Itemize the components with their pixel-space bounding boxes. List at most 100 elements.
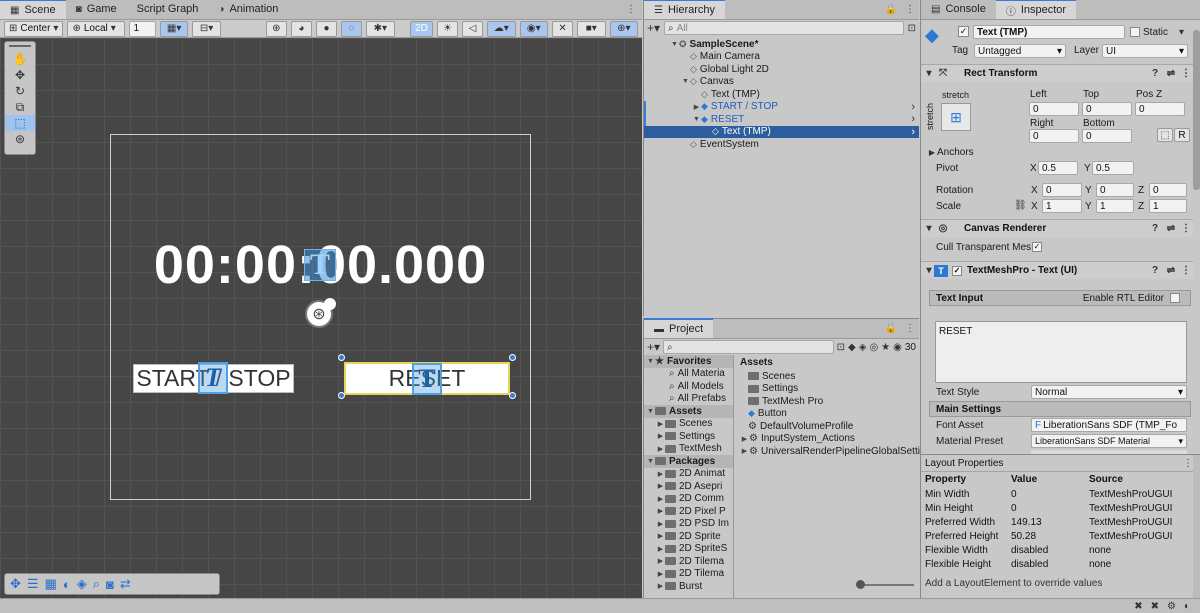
project-search-input[interactable]: ⌕ — [663, 340, 834, 354]
scene-viewport[interactable]: ✋ ✥ ↻ ⧉ ⬚ ⊛ 00:00:00.000 T ⊛ START / STO… — [0, 38, 642, 598]
foldout-arrow-icon[interactable]: ▶ — [740, 447, 749, 455]
shuffle-icon[interactable]: ⇄ — [120, 576, 131, 592]
scale-x-field[interactable]: 1 — [1042, 199, 1082, 213]
sliders-icon[interactable]: ☰ — [27, 576, 39, 592]
scale-z-field[interactable]: 1 — [1149, 199, 1187, 213]
paint-icon[interactable]: ◐ — [63, 577, 71, 592]
project-asset-item[interactable]: ▶ ⚙ InputSystem_Actions — [736, 433, 920, 446]
tab-project[interactable]: ▬ Project — [644, 318, 714, 338]
project-folder-item[interactable]: ▶ 2D Animat — [644, 468, 733, 481]
scale-y-field[interactable]: 1 — [1096, 199, 1134, 213]
foldout-arrow-icon[interactable]: ▼ — [646, 358, 655, 365]
project-folder-item[interactable]: ▶ Burst — [644, 580, 733, 593]
favorite-star-icon[interactable]: ★ — [881, 342, 890, 353]
hierarchy-item[interactable]: ▼ ◆ RESET › — [644, 113, 919, 126]
project-asset-item[interactable]: ⚙ DefaultVolumeProfile — [736, 420, 920, 433]
debug-button[interactable]: ✱▾ — [366, 20, 395, 37]
preset-icon[interactable]: ⇌ — [1163, 223, 1179, 234]
foldout-arrow-icon[interactable]: ▶ — [656, 445, 665, 453]
rect-tool-icon[interactable]: ⬚ — [5, 115, 35, 131]
project-folder-item[interactable]: ▶ 2D SpriteS — [644, 543, 733, 556]
transform-tool-icon[interactable]: ⊛ — [15, 131, 25, 147]
tab-console[interactable]: ▤ Console — [921, 0, 996, 19]
project-asset-item[interactable]: ▶ ⚙ UniversalRenderPipelineGlobalSetti — [736, 445, 920, 458]
project-folder-item[interactable]: ▶ 2D Tilema — [644, 555, 733, 568]
foldout-arrow-icon[interactable]: ▼ — [692, 116, 701, 123]
camera-button[interactable]: ■▾ — [577, 20, 606, 37]
pivot-y-field[interactable]: 0.5 — [1092, 161, 1134, 175]
assets-header[interactable]: ▼ Assets — [644, 405, 733, 418]
chevron-down-icon[interactable]: ▾ — [1179, 27, 1184, 38]
raw-edit-button[interactable]: R — [1174, 128, 1190, 142]
project-asset-item[interactable]: Settings — [736, 383, 920, 396]
text-input-area[interactable]: RESET — [935, 321, 1187, 383]
progress-icon[interactable]: ✖ — [1151, 601, 1159, 612]
move-icon[interactable]: ✥ — [10, 576, 21, 592]
posz-field[interactable]: 0 — [1135, 102, 1185, 116]
foldout-arrow-icon[interactable]: ▶ — [692, 103, 701, 111]
text-style-dropdown[interactable]: Normal ▾ — [1031, 385, 1187, 399]
static-checkbox[interactable] — [1130, 27, 1140, 37]
project-folder-item[interactable]: ⌕ All Models — [644, 380, 733, 393]
rotation-y-field[interactable]: 0 — [1096, 183, 1134, 197]
hand-tool-icon[interactable]: ✋ — [13, 51, 28, 67]
tab-inspector[interactable]: ⓘ Inspector — [995, 0, 1077, 19]
canvas-renderer-header[interactable]: ▾ ◎ Canvas Renderer ? ⇌ ⋮ — [921, 219, 1193, 237]
tools-button[interactable]: ✕ — [551, 20, 574, 37]
project-asset-item[interactable]: Scenes — [736, 370, 920, 383]
help-icon[interactable]: ? — [1147, 265, 1163, 276]
project-folder-item[interactable]: ▶ 2D Comm — [644, 493, 733, 506]
cache-icon[interactable]: ✖ — [1134, 601, 1142, 612]
foldout-arrow-icon[interactable]: ▼ — [646, 408, 655, 415]
rotate-tool-icon[interactable]: ↻ — [15, 83, 25, 99]
project-folder-item[interactable]: ▶ 2D Pixel P — [644, 505, 733, 518]
component-menu-icon[interactable]: ⋮ — [1179, 68, 1193, 79]
settings-icon[interactable]: ⚙ — [1167, 601, 1176, 612]
rotation-x-field[interactable]: 0 — [1042, 183, 1082, 197]
project-folder-item[interactable]: ▶ 2D Tilema — [644, 568, 733, 581]
foldout-arrow-icon[interactable]: ▼ — [670, 41, 679, 48]
effects-button[interactable]: ☁▾ — [487, 20, 516, 37]
shading-button[interactable]: ◕ — [290, 20, 312, 37]
menu-dots-icon[interactable]: ⋮ — [901, 323, 919, 338]
move-tool-icon[interactable]: ✥ — [15, 67, 25, 83]
foldout-arrow-icon[interactable]: ▶ — [656, 557, 665, 565]
hierarchy-item[interactable]: ▶ ◆ START / STOP › — [644, 100, 919, 113]
project-asset-item[interactable]: ◆ Button — [736, 408, 920, 421]
left-field[interactable]: 0 — [1029, 102, 1079, 116]
pivot-dropdown[interactable]: ⊞ Center ▾ — [4, 20, 64, 37]
lock-icon[interactable]: 🔒 — [881, 323, 901, 338]
packages-header[interactable]: ▼ Packages — [644, 455, 733, 468]
hierarchy-item[interactable]: ◇ Text (TMP) › — [644, 125, 919, 138]
foldout-arrow-icon[interactable]: ▶ — [656, 532, 665, 540]
foldout-arrow-icon[interactable]: ▶ — [656, 432, 665, 440]
project-folder-item[interactable]: ⌕ All Materia — [644, 368, 733, 381]
foldout-arrow-icon[interactable]: ▶ — [656, 470, 665, 478]
foldout-arrow-icon[interactable]: ▶ — [656, 545, 665, 553]
draw-mode-button[interactable]: ⊕ — [265, 20, 287, 37]
label-filter-icon[interactable]: ◈ — [859, 342, 867, 353]
tag-dropdown[interactable]: Untagged ▾ — [974, 44, 1066, 58]
project-asset-item[interactable]: TextMesh Pro — [736, 395, 920, 408]
foldout-arrow-icon[interactable]: ▶ — [656, 507, 665, 515]
foldout-arrow-icon[interactable]: ▶ — [656, 420, 665, 428]
lock-icon[interactable]: 🔒 — [881, 4, 901, 19]
menu-dots-icon[interactable]: ⋮ — [620, 4, 642, 19]
foldout-arrow-icon[interactable]: ▶ — [656, 520, 665, 528]
project-folder-item[interactable]: ▶ 2D PSD Im — [644, 518, 733, 531]
hierarchy-item[interactable]: ◇ Main Camera — [644, 51, 919, 64]
rect-handle-br[interactable] — [509, 392, 516, 399]
hierarchy-item[interactable]: ▼ ✪ SampleScene* — [644, 38, 919, 51]
plus-icon[interactable]: +▾ — [647, 21, 660, 35]
layout-scrollbar[interactable] — [1193, 455, 1200, 598]
plus-icon[interactable]: +▾ — [647, 340, 660, 354]
toggle-2d-button[interactable]: 2D — [409, 20, 433, 37]
hidden-packages-icon[interactable]: ◎ — [869, 342, 878, 353]
gizmos-button[interactable]: ⊕▾ — [609, 20, 638, 37]
shaded-button[interactable]: ● — [315, 20, 338, 37]
grid-brush-icon[interactable]: ▦ — [45, 576, 57, 592]
right-field[interactable]: 0 — [1029, 129, 1079, 143]
inspector-scrollbar[interactable] — [1193, 30, 1200, 190]
foldout-arrow-icon[interactable]: ▼ — [681, 78, 690, 85]
foldout-arrow-icon[interactable]: ▶ — [740, 435, 749, 443]
